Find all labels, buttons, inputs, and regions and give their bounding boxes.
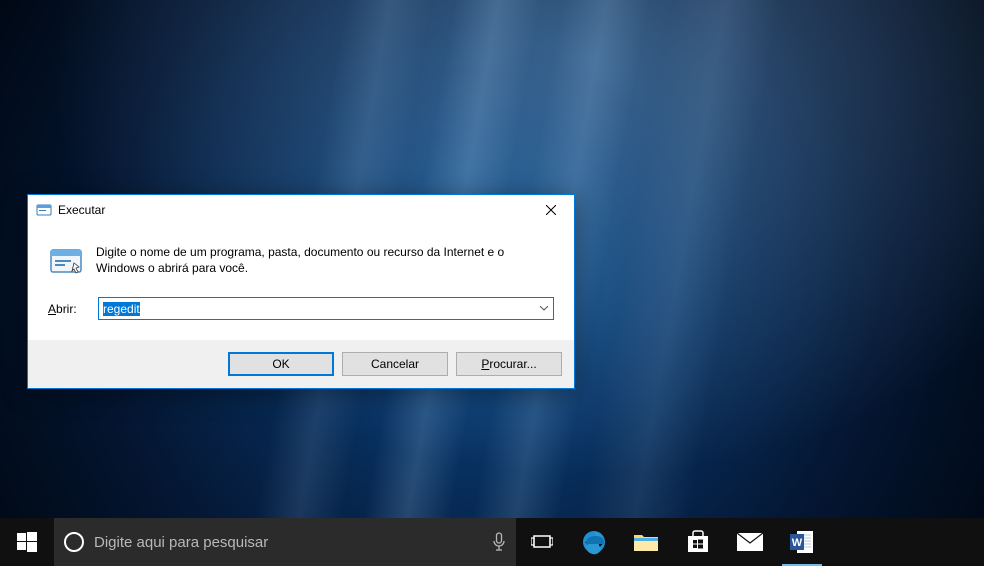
- ok-button[interactable]: OK: [228, 352, 334, 376]
- taskbar-app-file-explorer[interactable]: [620, 518, 672, 566]
- taskbar-app-edge[interactable]: [568, 518, 620, 566]
- cancel-button[interactable]: Cancelar: [342, 352, 448, 376]
- dialog-button-bar: OK Cancelar Procurar...: [28, 340, 574, 388]
- open-label: Abrir:: [48, 302, 86, 316]
- run-icon-large: [48, 243, 84, 279]
- open-combobox[interactable]: [98, 297, 554, 320]
- microphone-icon[interactable]: [492, 532, 506, 552]
- dialog-body: Digite o nome de um programa, pasta, doc…: [28, 225, 574, 340]
- start-button[interactable]: [0, 518, 54, 566]
- taskbar: Digite aqui para pesquisar: [0, 518, 984, 566]
- dialog-title: Executar: [58, 203, 528, 217]
- close-button[interactable]: [528, 195, 574, 225]
- taskbar-search[interactable]: Digite aqui para pesquisar: [54, 518, 516, 566]
- run-dialog: Executar Digite o nome de um programa, p…: [27, 194, 575, 389]
- chevron-down-icon[interactable]: [535, 298, 553, 319]
- search-placeholder: Digite aqui para pesquisar: [94, 534, 482, 551]
- taskbar-app-word[interactable]: W: [776, 518, 828, 566]
- task-view-button[interactable]: [516, 518, 568, 566]
- taskbar-app-mail[interactable]: [724, 518, 776, 566]
- svg-text:W: W: [792, 537, 803, 549]
- cortana-icon: [64, 532, 84, 552]
- dialog-prompt: Digite o nome de um programa, pasta, doc…: [96, 243, 526, 279]
- taskbar-app-store[interactable]: [672, 518, 724, 566]
- open-input[interactable]: [99, 300, 553, 318]
- browse-button[interactable]: Procurar...: [456, 352, 562, 376]
- run-icon: [36, 202, 52, 218]
- dialog-titlebar[interactable]: Executar: [28, 195, 574, 225]
